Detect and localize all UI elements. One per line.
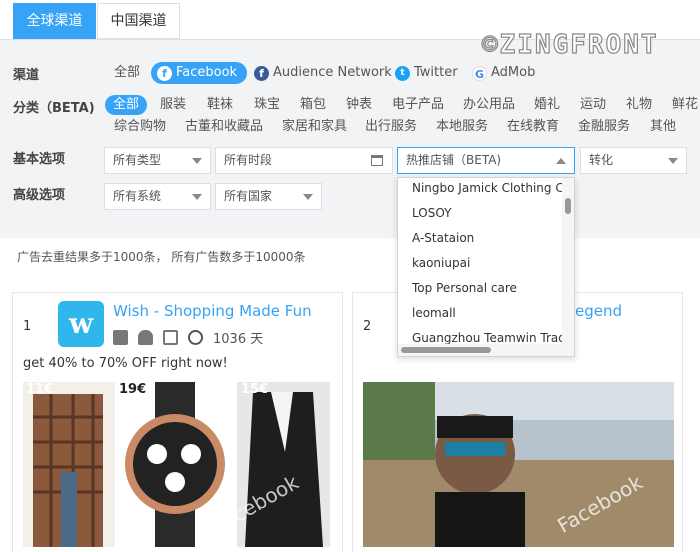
conversion-select[interactable]: 转化 xyxy=(580,147,687,174)
android-icon xyxy=(138,330,153,345)
shop-dropdown-list: Ningbo Jamick Clothing Company LOSOY A-S… xyxy=(397,177,575,357)
channel-admob-label: AdMob xyxy=(491,65,536,80)
google-icon: G xyxy=(472,65,487,81)
app-title-link[interactable]: Wish - Shopping Made Fun xyxy=(113,302,312,320)
shop-option[interactable]: leomall xyxy=(412,306,456,320)
category-item[interactable]: 金融服务 xyxy=(578,117,630,137)
category-label: 分类（BETA) xyxy=(13,101,95,116)
country-select-value: 所有国家 xyxy=(224,189,273,203)
ad-text: get 40% to 70% OFF right now! xyxy=(23,356,228,371)
system-select[interactable]: 所有系统 xyxy=(104,183,211,210)
channel-all-label: 全部 xyxy=(114,65,141,80)
category-item[interactable]: 珠宝 xyxy=(254,95,280,115)
category-item[interactable]: 服装 xyxy=(160,95,186,115)
result-summary: 广告去重结果多于1000条， 所有广告数多于10000条 xyxy=(17,250,306,264)
ad-creative-image[interactable]: Facebook xyxy=(363,382,674,547)
ad-creative-graphic xyxy=(23,382,330,547)
channel-label: 渠道 xyxy=(13,68,40,83)
category-item[interactable]: 礼物 xyxy=(626,95,652,115)
dropdown-horizontal-scrollbar[interactable] xyxy=(398,344,574,356)
category-item[interactable]: 出行服务 xyxy=(365,117,417,137)
category-item[interactable]: 办公用品 xyxy=(463,95,515,115)
price-label: 11€ xyxy=(26,382,54,397)
category-item[interactable]: 鲜花 xyxy=(672,95,698,115)
zingfront-watermark: ©ZINGFRONT xyxy=(481,29,659,60)
type-select[interactable]: 所有类型 xyxy=(104,147,211,174)
shop-option[interactable]: kaoniupai xyxy=(412,256,470,270)
period-picker-value: 所有时段 xyxy=(224,153,273,167)
shop-select[interactable]: 热推店铺（BETA) xyxy=(397,147,575,174)
price-label: 19€ xyxy=(119,382,147,397)
facebook-icon: f xyxy=(157,65,172,81)
channel-audience-label: Audience Network xyxy=(273,65,392,80)
scroll-thumb[interactable] xyxy=(401,347,491,353)
shop-option[interactable]: Ningbo Jamick Clothing Company xyxy=(412,181,574,195)
category-item[interactable]: 家居和家具 xyxy=(282,117,347,137)
category-item[interactable]: 箱包 xyxy=(300,95,326,115)
category-item[interactable]: 电子产品 xyxy=(392,95,444,115)
shop-select-value: 热推店铺（BETA) xyxy=(406,153,502,167)
calendar-icon xyxy=(371,155,383,166)
ad-creative-image[interactable]: 11€ 19€ 15€ Facebook xyxy=(23,382,330,547)
chevron-down-icon xyxy=(192,158,202,164)
tab-global-channel[interactable]: 全球渠道 xyxy=(13,3,96,39)
basic-options-label: 基本选项 xyxy=(13,152,66,167)
scroll-thumb[interactable] xyxy=(565,198,571,214)
ad-duration: 1036 天 xyxy=(213,332,264,347)
dropdown-vertical-scrollbar[interactable] xyxy=(562,178,574,344)
channel-facebook-label: Facebook xyxy=(176,65,238,80)
chevron-down-icon xyxy=(668,158,678,164)
category-item[interactable]: 综合购物 xyxy=(114,117,166,137)
twitter-icon: t xyxy=(395,65,410,81)
channel-audience-network[interactable]: f Audience Network xyxy=(254,62,392,84)
shop-option[interactable]: LOSOY xyxy=(412,206,451,220)
card-index: 1 xyxy=(23,319,32,334)
ad-card[interactable]: 1 w Wish - Shopping Made Fun 1036 天 get … xyxy=(12,292,343,552)
period-picker[interactable]: 所有时段 xyxy=(215,147,393,174)
channel-all[interactable]: 全部 xyxy=(114,62,140,84)
ad-creative-graphic xyxy=(363,382,674,547)
category-item[interactable]: 钟表 xyxy=(346,95,372,115)
price-label: 15€ xyxy=(241,382,269,397)
country-select[interactable]: 所有国家 xyxy=(215,183,322,210)
chevron-up-icon xyxy=(556,158,566,164)
category-item[interactable]: 其他 xyxy=(650,117,676,137)
channel-admob[interactable]: G AdMob xyxy=(472,62,535,84)
type-select-value: 所有类型 xyxy=(113,153,162,167)
chevron-down-icon xyxy=(303,194,313,200)
advanced-options-label: 高级选项 xyxy=(13,188,66,203)
wish-logo-icon: w xyxy=(58,301,104,347)
category-item[interactable]: 古董和收藏品 xyxy=(185,117,263,137)
clock-icon xyxy=(188,330,203,345)
conversion-select-value: 转化 xyxy=(589,153,614,167)
shop-option[interactable]: A-Stataion xyxy=(412,231,474,245)
briefcase-icon xyxy=(113,330,128,345)
card-index: 2 xyxy=(363,319,372,334)
facebook-icon: f xyxy=(254,65,269,81)
chevron-down-icon xyxy=(192,194,202,200)
category-item[interactable]: 本地服务 xyxy=(436,117,488,137)
category-item[interactable]: 运动 xyxy=(580,95,606,115)
category-item[interactable]: 婚礼 xyxy=(534,95,560,115)
category-all[interactable]: 全部 xyxy=(105,95,148,115)
channel-twitter[interactable]: t Twitter xyxy=(395,62,458,84)
channel-twitter-label: Twitter xyxy=(414,65,458,80)
system-select-value: 所有系统 xyxy=(113,189,162,203)
category-item[interactable]: 鞋袜 xyxy=(207,95,233,115)
card-meta: 1036 天 xyxy=(113,328,263,347)
tab-china-channel[interactable]: 中国渠道 xyxy=(97,3,180,39)
shop-option[interactable]: Guangzhou Teamwin Trading Co xyxy=(412,331,574,345)
shop-option[interactable]: Top Personal care xyxy=(412,281,517,295)
category-item[interactable]: 在线教育 xyxy=(507,117,559,137)
app-title-link[interactable]: egend xyxy=(575,302,622,320)
channel-facebook[interactable]: f Facebook xyxy=(151,62,248,84)
image-icon xyxy=(163,330,178,345)
